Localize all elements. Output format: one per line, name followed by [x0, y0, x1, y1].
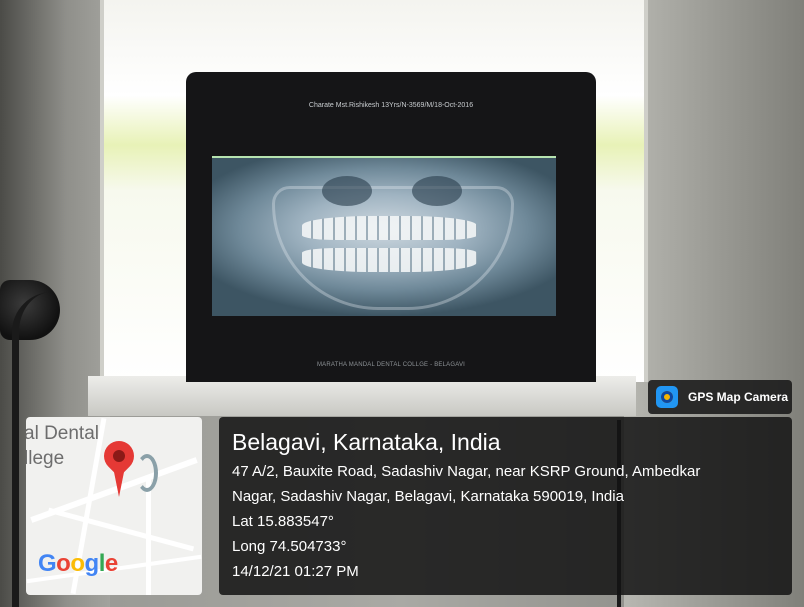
panoramic-xray-image [212, 156, 556, 316]
sinus-right [412, 176, 462, 206]
google-letter: e [104, 550, 118, 577]
xray-header-text: Charate Mst.Rishikesh 13Yrs/N-3569/M/18-… [308, 102, 474, 109]
xray-footer-text: MARATHA MANDAL DENTAL COLLGE - BELAGAVI [316, 362, 466, 368]
longitude: Long 74.504733° [232, 538, 347, 555]
map-road [47, 507, 195, 552]
address-line-1: 47 A/2, Bauxite Road, Sadashiv Nagar, ne… [232, 463, 701, 480]
person-icon [136, 454, 158, 492]
google-letter: o [56, 550, 71, 577]
gps-map-camera-icon [656, 386, 678, 408]
address-line-2: Nagar, Sadashiv Nagar, Belagavi, Karnata… [232, 488, 624, 505]
lightbox-ledge [88, 376, 636, 416]
lower-teeth [302, 248, 477, 272]
map-thumbnail: al Dental llege Google [26, 417, 202, 595]
upper-teeth [302, 216, 477, 240]
gps-badge-label: GPS Map Camera [688, 390, 789, 404]
location-info-card: Belagavi, Karnataka, India 47 A/2, Bauxi… [219, 417, 792, 595]
google-letter: o [70, 550, 85, 577]
map-pin-icon [97, 434, 141, 478]
google-letter: G [38, 550, 57, 577]
map-place-label: llege [26, 448, 65, 469]
google-letter: g [84, 550, 100, 577]
datetime: 14/12/21 01:27 PM [232, 563, 359, 580]
map-road [146, 477, 151, 595]
location-title: Belagavi, Karnataka, India [232, 429, 501, 455]
map-place-label: al Dental [26, 423, 99, 444]
google-logo: Google [38, 550, 118, 578]
xray-film: Charate Mst.Rishikesh 13Yrs/N-3569/M/18-… [186, 72, 596, 382]
latitude: Lat 15.883547° [232, 513, 334, 530]
sinus-left [322, 176, 372, 206]
gps-map-camera-badge: GPS Map Camera [648, 380, 792, 414]
